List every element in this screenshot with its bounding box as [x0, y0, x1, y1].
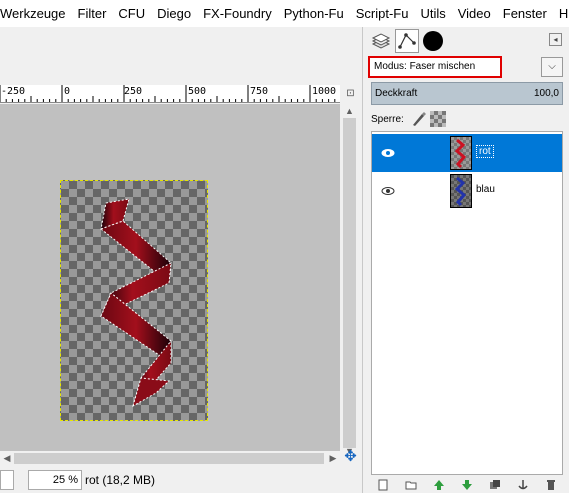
ruler-label: 250: [124, 86, 143, 97]
layers-list: rot blau: [371, 131, 563, 475]
layer-thumbnail: [450, 174, 472, 208]
new-group-icon[interactable]: [405, 479, 417, 491]
unit-selector[interactable]: [0, 469, 14, 490]
navigate-icon[interactable]: ✥: [342, 448, 359, 465]
ruler-label: -250: [1, 86, 26, 97]
mode-select[interactable]: Modus: Faser mischen: [368, 56, 502, 78]
lock-alpha-icon[interactable]: [429, 111, 446, 127]
ruler-label: 500: [188, 86, 207, 97]
menu-hilfe[interactable]: Hilfe: [554, 0, 569, 27]
layers-icon: [371, 33, 391, 49]
tab-channels[interactable]: [421, 29, 445, 53]
layers-dock: ◂ Modus: Faser mischen ⌵ Deckkraft 100,0…: [362, 27, 569, 493]
layer-row-rot[interactable]: rot: [372, 134, 562, 172]
horizontal-scroll-thumb[interactable]: [14, 453, 324, 464]
scroll-right-icon[interactable]: ▶: [326, 451, 340, 466]
ribbon-image: [99, 198, 172, 408]
ruler-label: 1000: [312, 86, 337, 97]
eye-icon[interactable]: [381, 184, 395, 198]
horizontal-ruler[interactable]: -250 0 250 500 750 1000: [0, 85, 340, 103]
anchor-layer-icon[interactable]: [517, 479, 529, 491]
layer-name[interactable]: blau: [476, 184, 495, 195]
image-viewport[interactable]: [0, 104, 340, 451]
menu-video[interactable]: Video: [453, 0, 498, 27]
dock-tabs: [369, 29, 447, 55]
lock-row: Sperre:: [371, 110, 446, 128]
status-info: rot (18,2 MB): [85, 472, 156, 487]
layers-toolbar: [371, 477, 563, 493]
vertical-scrollbar[interactable]: ▲ ▼: [341, 104, 358, 474]
opacity-value: 100,0: [533, 88, 559, 99]
layer-thumbnail: [450, 136, 472, 170]
scroll-up-icon[interactable]: ▲: [341, 104, 358, 118]
delete-layer-icon[interactable]: [545, 479, 557, 491]
scroll-left-icon[interactable]: ◀: [0, 451, 14, 466]
layer-name[interactable]: rot: [476, 145, 494, 158]
layer-thumb-ribbon: [454, 138, 467, 169]
dock-menu-icon[interactable]: ◂: [549, 33, 562, 46]
quick-mask-icon[interactable]: ⊡: [343, 86, 358, 101]
raise-layer-icon[interactable]: [433, 479, 445, 491]
image-canvas[interactable]: [60, 180, 208, 421]
paths-icon: [398, 33, 416, 49]
lock-label: Sperre:: [371, 113, 404, 125]
tab-paths[interactable]: [395, 29, 419, 53]
menu-python-fu[interactable]: Python-Fu: [279, 0, 351, 27]
opacity-label: Deckkraft: [375, 88, 418, 99]
eye-icon[interactable]: [381, 146, 395, 160]
ruler-label: 750: [250, 86, 269, 97]
menu-utils[interactable]: Utils: [415, 0, 452, 27]
ruler-ticks: [0, 85, 336, 102]
menu-cfu[interactable]: CFU: [113, 0, 152, 27]
new-layer-icon[interactable]: [377, 479, 389, 491]
menu-fx-foundry[interactable]: FX-Foundry: [198, 0, 279, 27]
status-bar: 25 % rot (18,2 MB): [0, 466, 362, 493]
lower-layer-icon[interactable]: [461, 479, 473, 491]
menu-werkzeuge[interactable]: Werkzeuge: [0, 0, 73, 27]
menu-fenster[interactable]: Fenster: [498, 0, 554, 27]
tab-layers[interactable]: [369, 29, 393, 53]
zoom-field[interactable]: 25 %: [28, 469, 82, 490]
menu-diego[interactable]: Diego: [152, 0, 198, 27]
opacity-slider[interactable]: Deckkraft 100,0: [371, 82, 563, 105]
canvas-area: -250 0 250 500 750 1000 ⊡ ▲ ▼ ◀ ▶ ✥ 25 %…: [0, 27, 362, 493]
layer-thumb-ribbon: [454, 176, 467, 207]
menu-bar: Werkzeuge Filter CFU Diego FX-Foundry Py…: [0, 0, 569, 27]
chevron-down-icon[interactable]: ⌵: [541, 57, 563, 77]
channels-icon: [423, 31, 443, 51]
menu-script-fu[interactable]: Script-Fu: [351, 0, 416, 27]
layer-row-blau[interactable]: blau: [372, 172, 562, 210]
ruler-label: 0: [64, 86, 71, 97]
menu-filter[interactable]: Filter: [73, 0, 114, 27]
horizontal-scrollbar[interactable]: ◀ ▶: [0, 451, 340, 466]
lock-pixels-icon[interactable]: [410, 111, 426, 127]
vertical-scroll-thumb[interactable]: [343, 118, 356, 448]
duplicate-layer-icon[interactable]: [489, 479, 501, 491]
